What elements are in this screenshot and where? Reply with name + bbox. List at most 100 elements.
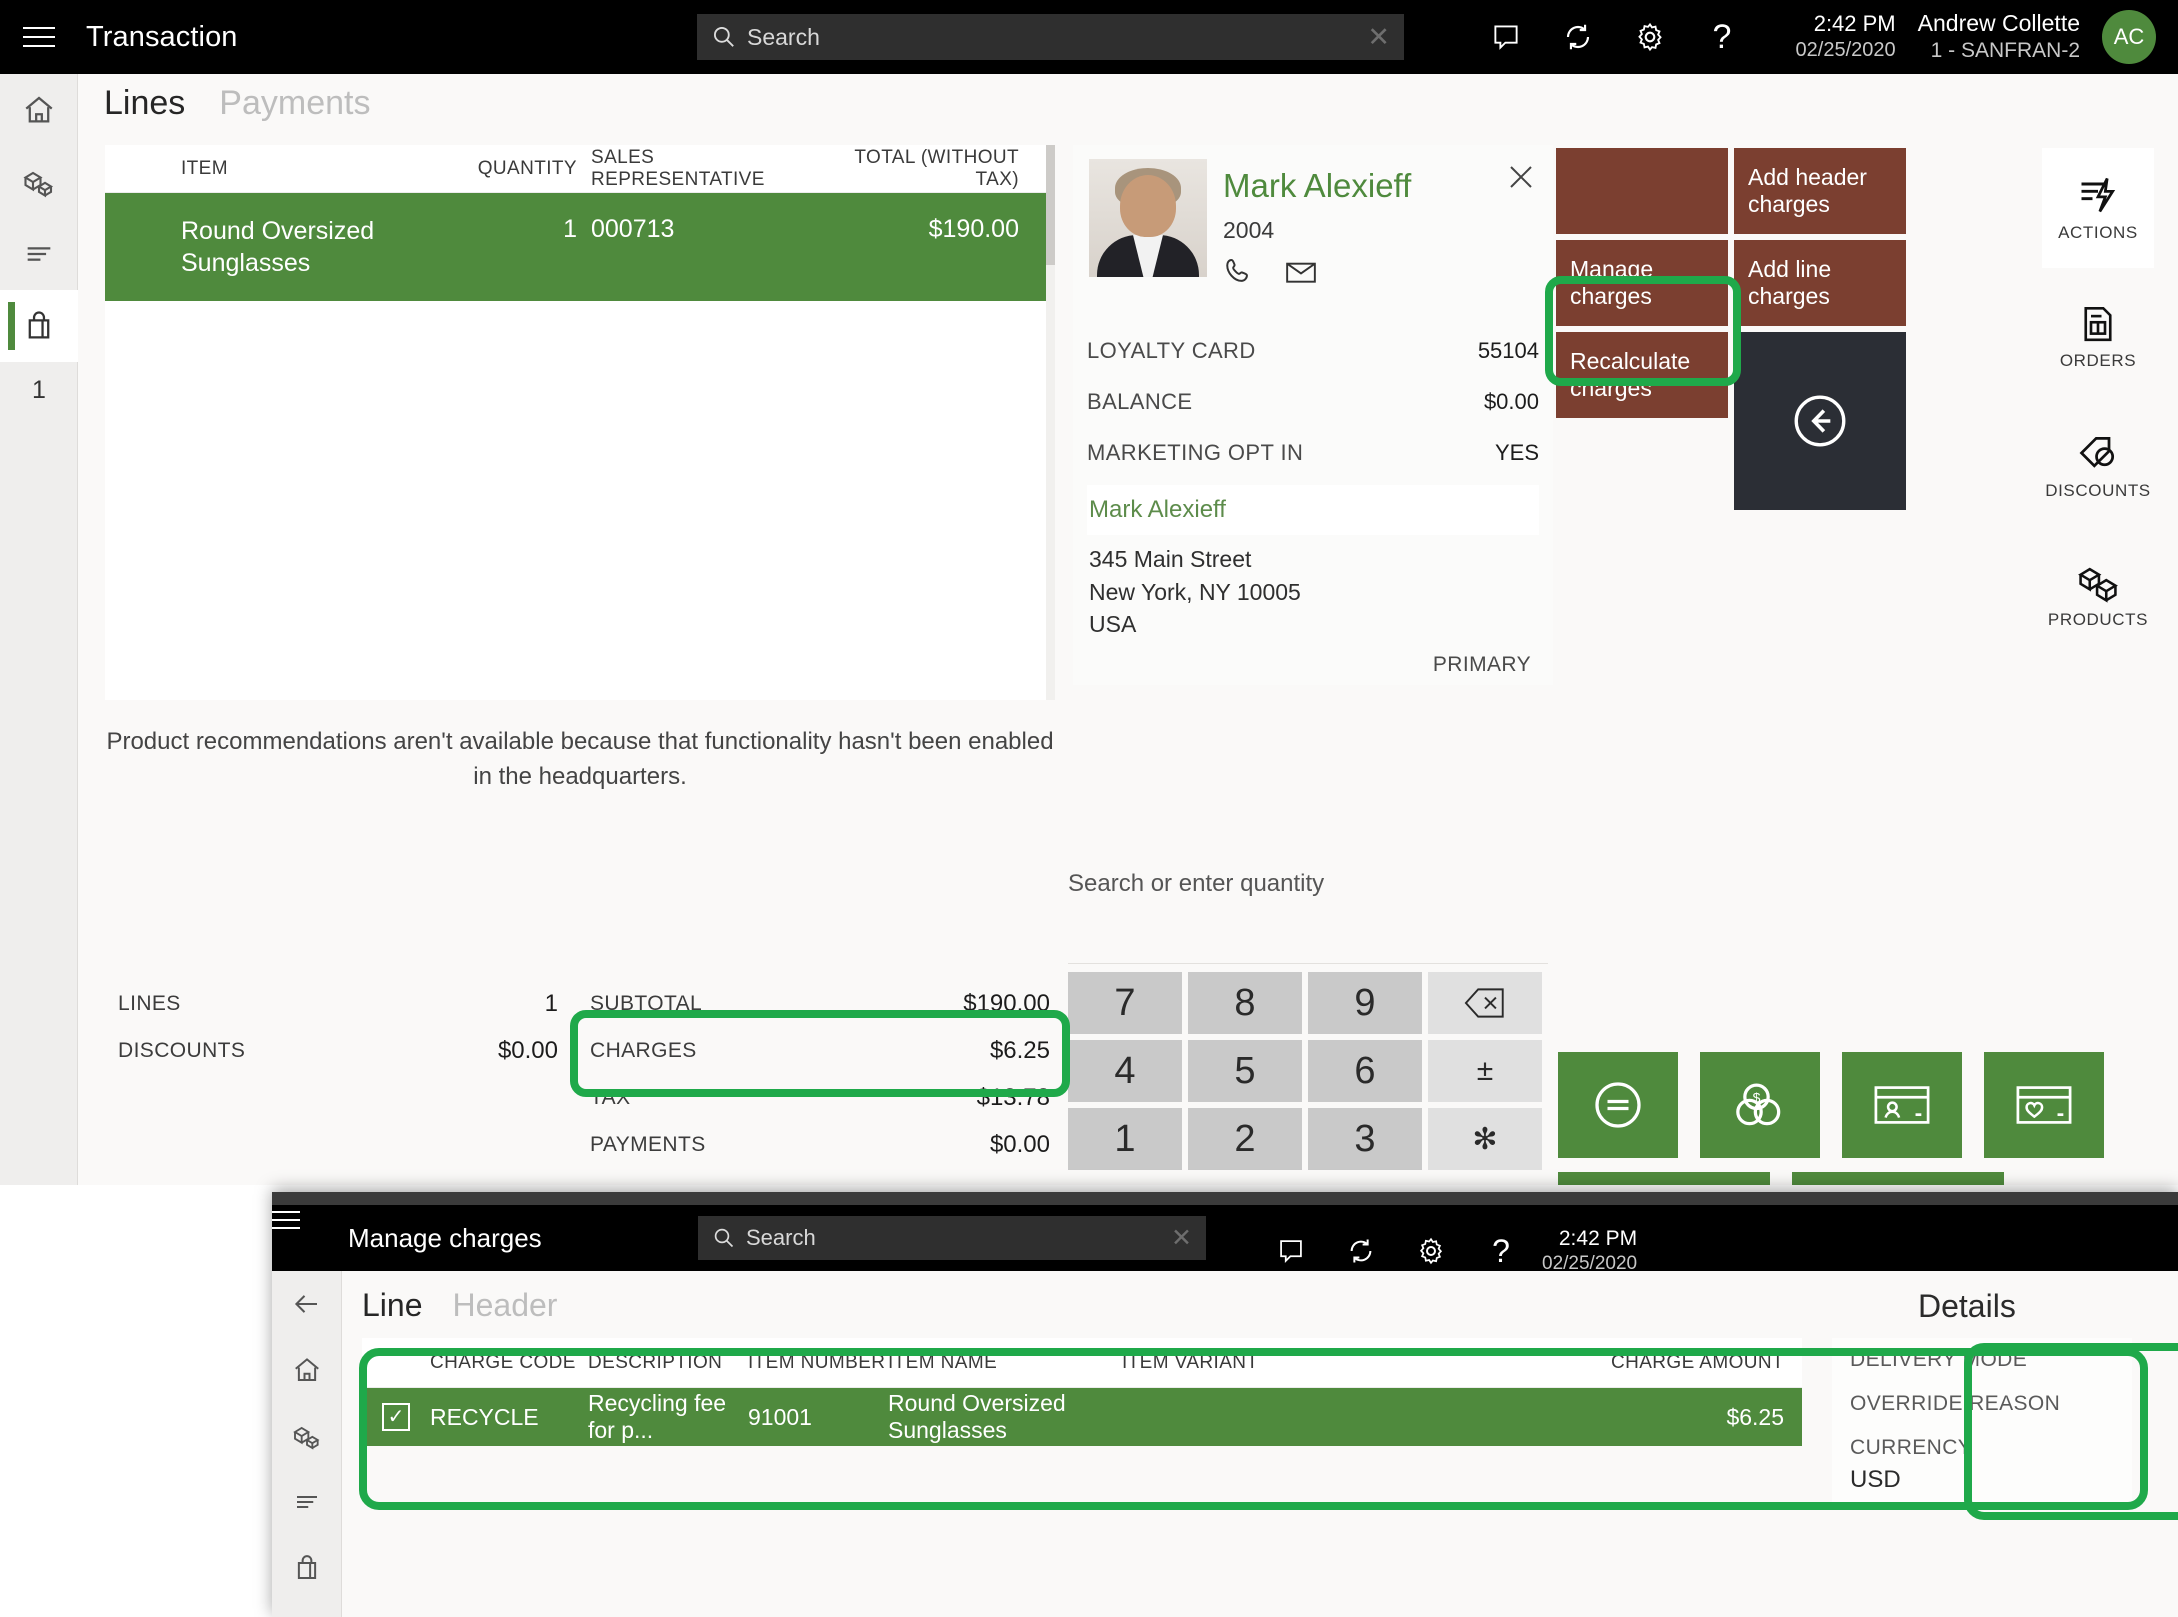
search-icon: [714, 1228, 734, 1248]
search-input[interactable]: Search ✕: [697, 14, 1404, 60]
note-icon[interactable]: [1256, 1218, 1326, 1284]
cell-description: Recycling fee for p...: [588, 1390, 727, 1443]
home-icon: [295, 1358, 319, 1381]
column-header-charge-code: CHARGE CODE: [430, 1351, 576, 1373]
products-icon: [2078, 567, 2118, 603]
total-row-discounts: DISCOUNTS $0.00: [118, 1027, 558, 1074]
cell-charge-amount: $6.25: [1726, 1403, 1784, 1430]
tab-header[interactable]: Header: [453, 1287, 558, 1324]
sidebar-item-products[interactable]: [0, 146, 78, 218]
cell-item: Round Oversized Sunglasses: [181, 217, 375, 277]
key-4[interactable]: 4: [1068, 1040, 1182, 1102]
tab-payments[interactable]: Payments: [219, 84, 370, 123]
dialog-sidebar-item-products[interactable]: [272, 1403, 342, 1469]
key-2[interactable]: 2: [1188, 1108, 1302, 1170]
avatar[interactable]: AC: [2102, 10, 2156, 64]
dialog-back-button[interactable]: [272, 1271, 342, 1337]
key-6[interactable]: 6: [1308, 1040, 1422, 1102]
phone-icon[interactable]: [1223, 255, 1257, 289]
lines-scrollbar[interactable]: [1046, 145, 1055, 700]
exact-amount-button[interactable]: [1558, 1052, 1678, 1158]
add-line-charges-tile[interactable]: Add line charges: [1734, 240, 1906, 326]
gear-icon[interactable]: [1614, 0, 1686, 74]
customer-address-name[interactable]: Mark Alexieff: [1087, 485, 1539, 535]
dialog-search-placeholder: Search: [746, 1225, 816, 1250]
rail-item-orders[interactable]: ORDERS: [2042, 277, 2154, 397]
payment-wide-button-2[interactable]: [1792, 1172, 2004, 1185]
total-row-charges: CHARGES $6.25: [590, 1027, 1050, 1074]
dialog-search-input[interactable]: Search ✕: [698, 1216, 1206, 1260]
row-checkbox[interactable]: ✓: [362, 1403, 430, 1431]
label-payments: PAYMENTS: [590, 1132, 706, 1156]
sidebar-item-list[interactable]: [0, 218, 78, 290]
charges-table-header: CHARGE CODE DESCRIPTION ITEM NUMBER ITEM…: [362, 1338, 1802, 1388]
value-balance: $0.00: [1483, 388, 1539, 414]
user-info[interactable]: 2:42 PM 02/25/2020 Andrew Collette 1 - S…: [1796, 0, 2156, 74]
label-lines: LINES: [118, 991, 181, 1015]
key-1[interactable]: 1: [1068, 1108, 1182, 1170]
cell-total: $190.00: [928, 215, 1019, 243]
clock: 2:42 PM 02/25/2020: [1795, 11, 1896, 62]
sync-icon[interactable]: [1542, 0, 1614, 74]
cash-button[interactable]: $: [1700, 1052, 1820, 1158]
sidebar-item-cart[interactable]: [0, 290, 78, 362]
total-row-payments: PAYMENTS $0.00: [590, 1121, 1050, 1168]
help-icon[interactable]: ?: [1686, 0, 1758, 74]
label-currency: CURRENCY: [1850, 1436, 1973, 1459]
customer-name[interactable]: Mark Alexieff: [1223, 167, 1411, 205]
key-asterisk[interactable]: ✻: [1428, 1108, 1542, 1170]
key-5[interactable]: 5: [1188, 1040, 1302, 1102]
dialog-sidebar-item-list[interactable]: [272, 1469, 342, 1535]
key-8[interactable]: 8: [1188, 972, 1302, 1034]
dialog-sidebar-item-home[interactable]: [272, 1337, 342, 1403]
table-row[interactable]: Round Oversized Sunglasses 1 000713 $190…: [105, 193, 1055, 301]
value-lines: 1: [544, 989, 558, 1017]
customer-card: Mark Alexieff 2004 LOYALTY CARD 55104 BA…: [1073, 145, 1553, 685]
customer-fields: LOYALTY CARD 55104 BALANCE $0.00 MARKETI…: [1087, 325, 1539, 676]
hamburger-icon[interactable]: [272, 1205, 342, 1271]
key-7[interactable]: 7: [1068, 972, 1182, 1034]
gift-card-button[interactable]: [1984, 1052, 2104, 1158]
detail-override-reason[interactable]: OVERRIDE REASON: [1832, 1382, 2132, 1426]
detail-currency[interactable]: CURRENCY USD: [1832, 1426, 2132, 1504]
cell-quantity: 1: [563, 215, 577, 243]
manage-charges-tile[interactable]: Manage charges: [1556, 240, 1728, 326]
label-delivery-mode: DELIVERY MODE: [1850, 1348, 2028, 1371]
table-row[interactable]: ✓ RECYCLE Recycling fee for p... 91001 R…: [362, 1388, 1802, 1446]
payment-wide-button-1[interactable]: [1558, 1172, 1770, 1185]
back-arrow-icon: [294, 1295, 317, 1313]
hamburger-icon[interactable]: [0, 0, 78, 74]
gear-icon[interactable]: [1396, 1218, 1466, 1284]
recalculate-charges-tile[interactable]: Recalculate charges: [1556, 332, 1728, 418]
tab-lines[interactable]: Lines: [104, 84, 185, 123]
close-icon[interactable]: ✕: [1367, 23, 1390, 51]
back-tile[interactable]: [1734, 332, 1906, 510]
help-icon[interactable]: ?: [1466, 1218, 1536, 1284]
backspace-icon[interactable]: [1428, 972, 1542, 1034]
page-title: Transaction: [86, 20, 238, 53]
sidebar-item-home[interactable]: [0, 74, 78, 146]
rail-item-discounts[interactable]: DISCOUNTS: [2042, 406, 2154, 526]
customer-card-icon: [1874, 1086, 1930, 1124]
tab-line[interactable]: Line: [362, 1287, 423, 1324]
blank-tile-1[interactable]: [1556, 148, 1728, 234]
dialog-topbar: Manage charges Search ✕ ? 2:42 PM 02/25/…: [272, 1205, 2178, 1274]
address-line-3: USA: [1089, 611, 1137, 638]
sync-icon[interactable]: [1326, 1218, 1396, 1284]
dialog-left-rail: [272, 1271, 342, 1617]
rail-item-actions[interactable]: ACTIONS: [2042, 148, 2154, 268]
customer-photo: [1089, 159, 1207, 277]
close-icon[interactable]: ✕: [1171, 1223, 1192, 1253]
mail-icon[interactable]: [1283, 255, 1319, 289]
rail-item-products[interactable]: PRODUCTS: [2042, 535, 2154, 655]
customer-card-button[interactable]: [1842, 1052, 1962, 1158]
note-icon[interactable]: [1470, 0, 1542, 74]
label-loyalty-card: LOYALTY CARD: [1087, 337, 1256, 363]
key-9[interactable]: 9: [1308, 972, 1422, 1034]
detail-delivery-mode[interactable]: DELIVERY MODE: [1832, 1338, 2132, 1382]
dialog-sidebar-item-cart[interactable]: [272, 1535, 342, 1601]
key-plus-minus[interactable]: ±: [1428, 1040, 1542, 1102]
close-icon[interactable]: [1501, 157, 1541, 197]
key-3[interactable]: 3: [1308, 1108, 1422, 1170]
add-header-charges-tile[interactable]: Add header charges: [1734, 148, 1906, 234]
